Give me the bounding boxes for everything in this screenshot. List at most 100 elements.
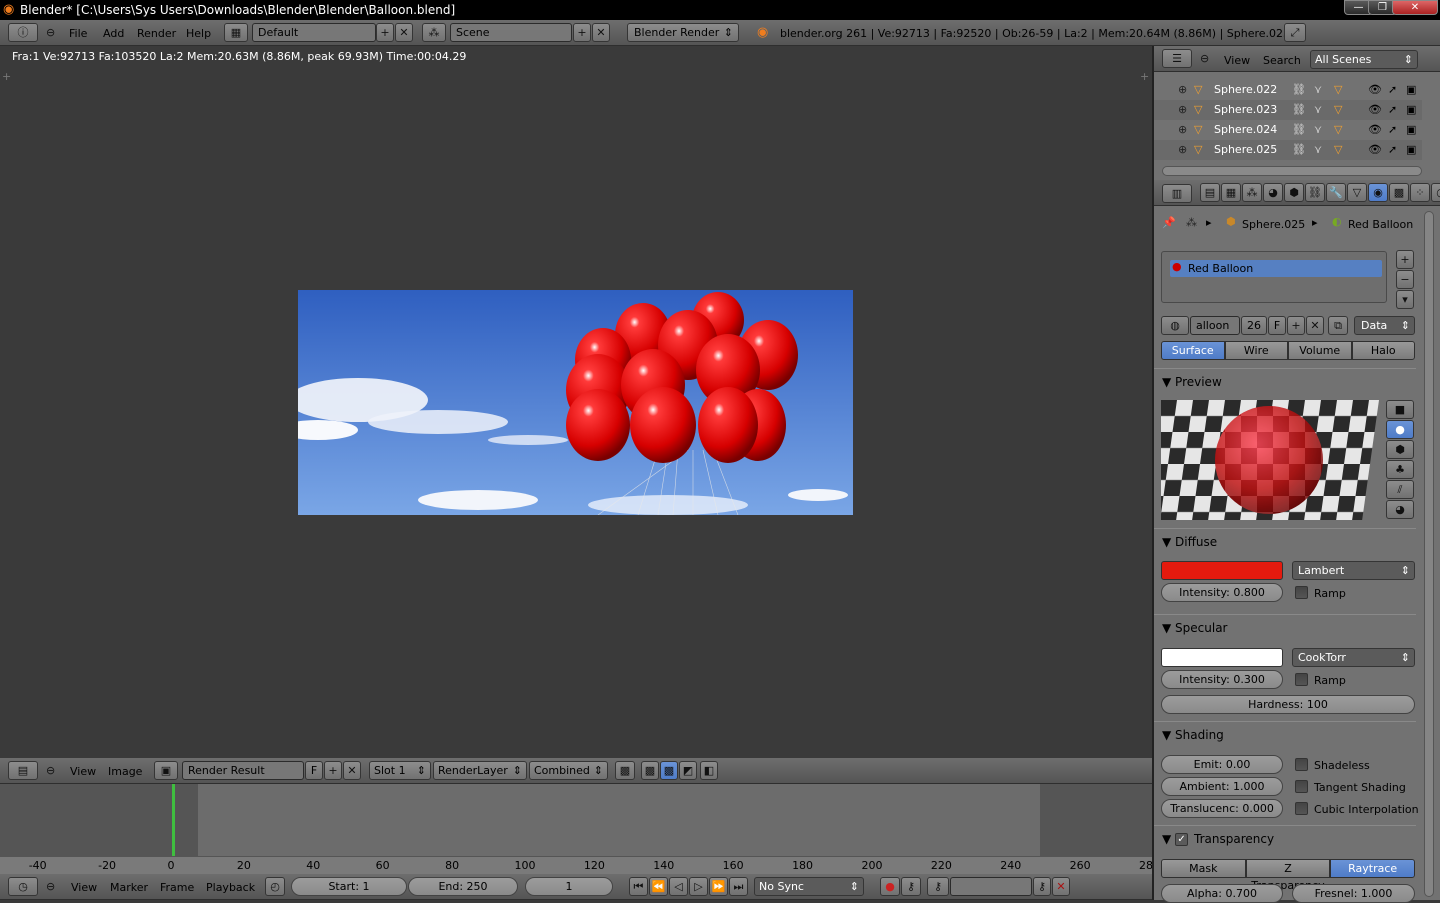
material-specials-button[interactable]: ▾	[1396, 290, 1414, 309]
preview-sky-button[interactable]: ◕	[1386, 500, 1414, 519]
sync-dropdown[interactable]: No Sync ⇕	[754, 877, 864, 896]
transparency-checkbox[interactable]: ✓	[1175, 833, 1189, 846]
screen-layout-field[interactable]: Default	[252, 23, 376, 42]
image-name-field[interactable]: Render Result	[182, 761, 304, 780]
outliner-scrollbar[interactable]	[1162, 166, 1422, 176]
next-keyframe-button[interactable]: ⏩	[709, 877, 728, 896]
material-slot-list[interactable]: ● Red Balloon	[1161, 251, 1387, 303]
specular-ramp-checkbox[interactable]	[1295, 673, 1308, 686]
preview-flat-button[interactable]: ■	[1386, 400, 1414, 419]
properties-scrollbar[interactable]	[1424, 211, 1434, 897]
prev-keyframe-button[interactable]: ⏪	[649, 877, 668, 896]
tangent-shading-checkbox[interactable]	[1295, 780, 1308, 793]
display-channels-rgb-button[interactable]: ▩	[660, 761, 678, 780]
menu-render[interactable]: Render	[137, 27, 176, 40]
new-image-button[interactable]: +	[324, 761, 342, 780]
context-tab-object[interactable]: ⬢	[1284, 183, 1304, 202]
render-icon[interactable]: ▣	[1406, 140, 1416, 160]
diffuse-intensity-slider[interactable]: Intensity: 0.800	[1161, 583, 1283, 602]
context-tab-scene[interactable]: ⁂	[1242, 183, 1262, 202]
hardness-field[interactable]: Hardness: 100	[1161, 695, 1415, 714]
outliner-item-label[interactable]: Sphere.022	[1214, 80, 1277, 100]
diffuse-panel-header[interactable]: ▼ Diffuse	[1154, 528, 1416, 554]
transparency-mode-raytrace[interactable]: Raytrace	[1330, 859, 1415, 878]
editor-type-properties-button[interactable]: ▥	[1162, 184, 1192, 203]
menu-file[interactable]: File	[69, 27, 87, 40]
material-tab-wire[interactable]: Wire	[1224, 341, 1288, 360]
node-material-button[interactable]: ⧉	[1328, 316, 1348, 335]
emit-field[interactable]: Emit: 0.00	[1161, 755, 1283, 774]
transparency-panel-header[interactable]: ▼ ✓ Transparency	[1154, 825, 1416, 851]
context-tab-render[interactable]: ▤	[1200, 183, 1220, 202]
jump-start-button[interactable]: ⏮	[629, 877, 648, 896]
cursor-icon[interactable]: ➚	[1388, 120, 1397, 140]
display-mode-dropdown[interactable]: All Scenes ⇕	[1310, 50, 1418, 69]
eye-icon[interactable]: 👁	[1368, 80, 1382, 100]
pin-icon[interactable]: 📌	[1162, 216, 1176, 229]
browse-material-button[interactable]: ◍	[1161, 316, 1189, 335]
editor-type-image-button[interactable]: ▤	[8, 761, 38, 780]
remove-layout-button[interactable]: ✕	[395, 23, 413, 42]
preview-range-button[interactable]: ◴	[265, 877, 285, 896]
specular-intensity-slider[interactable]: Intensity: 0.300	[1161, 670, 1283, 689]
material-name-field[interactable]: alloon	[1190, 316, 1240, 335]
fake-user-button[interactable]: F	[305, 761, 323, 780]
diffuse-shader-dropdown[interactable]: Lambert ⇕	[1292, 561, 1415, 580]
collapse-menu-icon[interactable]: ⊖	[1200, 50, 1209, 67]
shadeless-checkbox[interactable]	[1295, 758, 1308, 771]
preview-monkey-button[interactable]: ♣	[1386, 460, 1414, 479]
menu-view[interactable]: View	[1224, 54, 1250, 67]
menu-frame[interactable]: Frame	[160, 881, 194, 894]
scene-field[interactable]: Scene	[450, 23, 572, 42]
outliner-row[interactable]: ⊕ ▽ Sphere.024 ⛓ ⋎ ▽ 👁 ➚ ▣	[1154, 120, 1422, 140]
cubic-interpolation-checkbox[interactable]	[1295, 802, 1308, 815]
draw-alpha-button[interactable]: ▩	[615, 761, 635, 780]
menu-playback[interactable]: Playback	[206, 881, 255, 894]
slot-dropdown[interactable]: Slot 1 ⇕	[369, 761, 431, 780]
specular-shader-dropdown[interactable]: CookTorr ⇕	[1292, 648, 1415, 667]
render-pass-dropdown[interactable]: Combined ⇕	[529, 761, 608, 780]
insert-keyframe-button[interactable]: ⚷	[1033, 877, 1051, 896]
area-corner-icon[interactable]: +	[1140, 70, 1149, 83]
eye-icon[interactable]: 👁	[1368, 100, 1382, 120]
eye-icon[interactable]: 👁	[1368, 120, 1382, 140]
context-tab-texture[interactable]: ▩	[1389, 183, 1409, 202]
render-icon[interactable]: ▣	[1406, 80, 1416, 100]
outliner-item-label[interactable]: Sphere.025	[1214, 140, 1277, 160]
shading-panel-header[interactable]: ▼ Shading	[1154, 721, 1416, 747]
diffuse-color-swatch[interactable]	[1161, 561, 1283, 580]
unlink-image-button[interactable]: ✕	[343, 761, 361, 780]
browse-image-button[interactable]: ▣	[154, 761, 178, 780]
menu-marker[interactable]: Marker	[110, 881, 148, 894]
expand-icon[interactable]: ⊕	[1178, 100, 1187, 120]
specular-panel-header[interactable]: ▼ Specular	[1154, 614, 1416, 640]
expand-icon[interactable]: ⊕	[1178, 80, 1187, 100]
outliner-item-label[interactable]: Sphere.024	[1214, 120, 1277, 140]
context-tab-physics[interactable]: ◔	[1431, 183, 1440, 202]
editor-type-outliner-button[interactable]: ☰	[1162, 49, 1192, 68]
add-material-slot-button[interactable]: +	[1396, 250, 1414, 269]
new-material-button[interactable]: +	[1287, 316, 1305, 335]
menu-help[interactable]: Help	[186, 27, 211, 40]
preview-hair-button[interactable]: ⫽	[1386, 480, 1414, 499]
close-window-button[interactable]: ✕	[1392, 0, 1438, 15]
area-corner-icon[interactable]: +	[2, 70, 11, 83]
fake-user-button[interactable]: F	[1268, 316, 1286, 335]
current-frame-field[interactable]: 1	[525, 877, 613, 896]
diffuse-ramp-checkbox[interactable]	[1295, 586, 1308, 599]
jump-end-button[interactable]: ⏭	[729, 877, 748, 896]
collapse-menu-icon[interactable]: ⊖	[46, 762, 55, 779]
preview-sphere-button[interactable]: ●	[1386, 420, 1414, 439]
start-frame-field[interactable]: Start: 1	[291, 877, 407, 896]
expand-icon[interactable]: ⊕	[1178, 120, 1187, 140]
unlink-material-button[interactable]: ✕	[1306, 316, 1324, 335]
ambient-slider[interactable]: Ambient: 1.000	[1161, 777, 1283, 796]
menu-view[interactable]: View	[70, 765, 96, 778]
scene-icon-button[interactable]: ⁂	[422, 23, 446, 42]
fresnel-slider[interactable]: Fresnel: 1.000	[1292, 884, 1415, 903]
context-tab-constraints[interactable]: ⛓	[1305, 183, 1325, 202]
expand-icon[interactable]: ⊕	[1178, 140, 1187, 160]
context-tab-mesh-data[interactable]: ▽	[1347, 183, 1367, 202]
outliner-row[interactable]: ⊕ ▽ Sphere.022 ⛓ ⋎ ▽ 👁 ➚ ▣	[1154, 80, 1422, 100]
remove-material-slot-button[interactable]: −	[1396, 270, 1414, 289]
